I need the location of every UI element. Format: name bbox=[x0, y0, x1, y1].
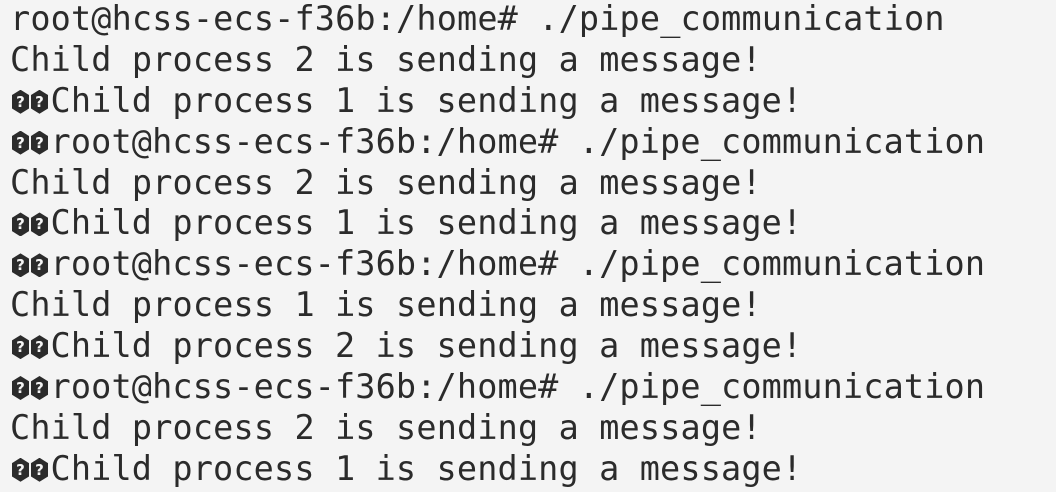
terminal-line: root@hcss-ecs-f36b:/home# ./pipe_communi… bbox=[10, 0, 1056, 40]
terminal-line: Child process 2 is sending a message! bbox=[10, 163, 1056, 204]
line-text: Child process 1 is sending a message! bbox=[50, 448, 803, 488]
terminal-line: Child process 1 is sending a message! bbox=[10, 81, 1056, 122]
replacement-char-icon bbox=[10, 81, 51, 122]
line-text: root@hcss-ecs-f36b:/home# ./pipe_communi… bbox=[50, 244, 986, 284]
line-text: Child process 2 is sending a message! bbox=[10, 39, 762, 79]
terminal-line: Child process 2 is sending a message! bbox=[10, 326, 1056, 367]
replacement-char-icon bbox=[10, 449, 51, 490]
terminal-line: Child process 2 is sending a message! bbox=[10, 408, 1056, 449]
line-text: root@hcss-ecs-f36b:/home# ./pipe_communi… bbox=[50, 121, 986, 161]
line-text: Child process 2 is sending a message! bbox=[10, 407, 762, 447]
replacement-char-icon bbox=[10, 367, 51, 408]
line-text: root@hcss-ecs-f36b:/home# ./pipe_communi… bbox=[50, 367, 986, 407]
line-text: Child process 1 is sending a message! bbox=[10, 285, 762, 325]
terminal-line: Child process 1 is sending a message! bbox=[10, 203, 1056, 244]
line-text: Child process 1 is sending a message! bbox=[50, 203, 803, 243]
terminal-line: Child process 1 is sending a message! bbox=[10, 449, 1056, 490]
replacement-char-icon bbox=[10, 326, 51, 367]
terminal-line: Child process 2 is sending a message! bbox=[10, 40, 1056, 81]
line-text: root@hcss-ecs-f36b:/home# ./pipe_communi… bbox=[10, 0, 945, 38]
terminal-line: root@hcss-ecs-f36b:/home# ./pipe_communi… bbox=[10, 244, 1056, 285]
terminal-output[interactable]: root@hcss-ecs-f36b:/home# ./pipe_communi… bbox=[0, 0, 1056, 491]
replacement-char-icon bbox=[10, 244, 51, 285]
terminal-line: Child process 1 is sending a message! bbox=[10, 285, 1056, 326]
terminal-line: root@hcss-ecs-f36b:/home# ./pipe_communi… bbox=[10, 367, 1056, 408]
line-text: Child process 2 is sending a message! bbox=[50, 326, 803, 366]
line-text: Child process 2 is sending a message! bbox=[10, 162, 762, 202]
terminal-line: root@hcss-ecs-f36b:/home# ./pipe_communi… bbox=[10, 122, 1056, 163]
replacement-char-icon bbox=[10, 203, 51, 244]
line-text: Child process 1 is sending a message! bbox=[50, 80, 803, 120]
replacement-char-icon bbox=[10, 122, 51, 163]
